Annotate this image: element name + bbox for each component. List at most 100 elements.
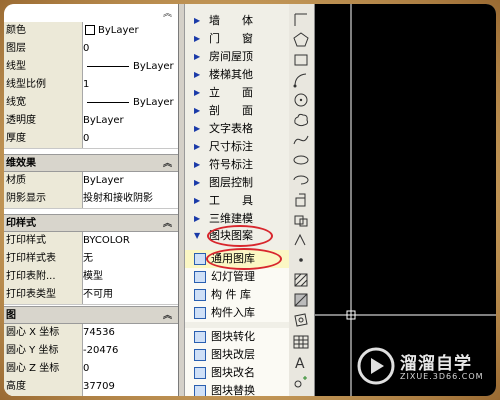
prop-value[interactable]: 1 (83, 76, 177, 94)
prop-label: 材质 (4, 172, 83, 190)
menu-item-component-library[interactable]: 构 件 库 (185, 286, 289, 304)
expand-arrow-icon: ▶ (194, 52, 201, 61)
properties-panel: ︽ 颜色 ByLayer 图层 0 线型 ByLayer 线型比例 1 线宽 B… (4, 4, 179, 396)
prop-row-center-x[interactable]: 圆心 X 坐标 74536 (4, 324, 178, 343)
prop-value[interactable]: 无 (83, 250, 177, 268)
drawing-canvas[interactable] (315, 4, 496, 396)
ellipse-arc-icon[interactable] (291, 170, 311, 190)
region-icon[interactable] (291, 310, 311, 330)
menu-item-room-roof[interactable]: ▶ 房间屋顶 (185, 48, 289, 66)
rectangle-icon[interactable] (291, 50, 311, 70)
section-header-3d-effects[interactable]: 维效果 ︽ (4, 154, 178, 172)
text-icon[interactable]: A (291, 352, 311, 372)
menu-item-dimension[interactable]: ▶ 尺寸标注 (185, 138, 289, 156)
arc-icon[interactable] (291, 70, 311, 90)
hatch-icon[interactable] (291, 270, 311, 290)
menu-item-component-import[interactable]: 构件入库 (185, 304, 289, 322)
prop-row-thickness[interactable]: 厚度 0 (4, 130, 178, 149)
make-block-icon[interactable] (291, 210, 311, 230)
pentagon-icon[interactable] (291, 30, 311, 50)
prop-row-linetype[interactable]: 线型 ByLayer (4, 58, 178, 77)
prop-label: 打印样式表 (4, 250, 83, 268)
prop-label: 线宽 (4, 94, 83, 112)
circle-icon[interactable] (291, 90, 311, 110)
prop-row-plot-attached[interactable]: 打印表附... 模型 (4, 268, 178, 287)
menu-item-layer-control[interactable]: ▶ 图层控制 (185, 174, 289, 192)
prop-row-plot-table[interactable]: 打印样式表 无 (4, 250, 178, 269)
expand-arrow-icon: ▶ (194, 124, 201, 133)
prop-value[interactable]: 0 (83, 360, 177, 378)
expand-arrow-icon: ▶ (194, 70, 201, 79)
svg-text:A: A (295, 356, 305, 372)
prop-row-transparency[interactable]: 透明度 ByLayer (4, 112, 178, 131)
prop-value[interactable]: 0 (83, 40, 177, 58)
expand-arrow-icon: ▶ (194, 34, 201, 43)
draw-toolbar: A (289, 4, 315, 396)
prop-value[interactable]: 37709 (83, 378, 177, 396)
prop-row-plot-table-type[interactable]: 打印表类型 不可用 (4, 286, 178, 305)
prop-value[interactable]: ByLayer (83, 58, 177, 76)
spline-icon[interactable] (291, 130, 311, 150)
prop-row-plot-style[interactable]: 打印样式 BYCOLOR (4, 232, 178, 251)
menu-item-text-table[interactable]: ▶ 文字表格 (185, 120, 289, 138)
table-icon[interactable] (291, 332, 311, 352)
expand-arrow-icon: ▶ (194, 160, 201, 169)
library-icon (194, 253, 206, 265)
menu-item-block-change-layer[interactable]: 图块改层 (185, 346, 289, 364)
menu-item-section[interactable]: ▶ 剖 面 (185, 102, 289, 120)
menu-item-block-replace[interactable]: 图块替换 (185, 382, 289, 396)
section-header-view[interactable]: 图 ︽ (4, 306, 178, 324)
menu-item-slide-manager[interactable]: 幻灯管理 (185, 268, 289, 286)
collapse-general-chevron-icon[interactable]: ︽ (163, 6, 172, 19)
prop-row-lineweight[interactable]: 线宽 ByLayer (4, 94, 178, 113)
prop-row-center-y[interactable]: 圆心 Y 坐标 -20476 (4, 342, 178, 361)
prop-value[interactable]: 不可用 (83, 286, 177, 304)
prop-row-shadow[interactable]: 阴影显示 投射和接收阴影 (4, 190, 178, 209)
crosshair-cursor (315, 4, 496, 396)
insert-block-icon[interactable] (291, 190, 311, 210)
prop-row-layer[interactable]: 图层 0 (4, 40, 178, 59)
expand-arrow-icon: ▶ (194, 88, 201, 97)
prop-value[interactable]: ByLayer (83, 172, 177, 190)
prop-value[interactable]: BYCOLOR (83, 232, 177, 250)
expand-arrow-icon: ▶ (194, 106, 201, 115)
prop-value[interactable]: 投射和接收阴影 (83, 190, 177, 208)
menu-item-elevation[interactable]: ▶ 立 面 (185, 84, 289, 102)
wall-icon[interactable] (291, 10, 311, 30)
prop-label: 高度 (4, 378, 83, 396)
menu-item-tools[interactable]: ▶ 工 具 (185, 192, 289, 210)
prop-label: 打印样式 (4, 232, 83, 250)
prop-value[interactable]: -20476 (83, 342, 177, 360)
revision-cloud-icon[interactable] (291, 110, 311, 130)
prop-value[interactable]: 74536 (83, 324, 177, 342)
collapse-arrow-icon: ▼ (194, 231, 201, 240)
point-icon[interactable] (291, 250, 311, 270)
watermark-brand: 溜溜自学 (400, 354, 472, 374)
menu-item-block-convert[interactable]: 图块转化 (185, 328, 289, 346)
section-header-plot-style[interactable]: 印样式 ︽ (4, 214, 178, 232)
prop-row-linetype-scale[interactable]: 线型比例 1 (4, 76, 178, 95)
prop-row-center-z[interactable]: 圆心 Z 坐标 0 (4, 360, 178, 379)
prop-label: 打印表附... (4, 268, 83, 286)
prop-value[interactable]: 模型 (83, 268, 177, 286)
menu-item-door-window[interactable]: ▶ 门 窗 (185, 30, 289, 48)
prop-value[interactable]: ByLayer (83, 112, 177, 130)
gradient-icon[interactable] (291, 290, 311, 310)
menu-item-stairs-other[interactable]: ▶ 楼梯其他 (185, 66, 289, 84)
menu-item-wall[interactable]: ▶ 墙 体 (185, 12, 289, 30)
ellipse-icon[interactable] (291, 150, 311, 170)
component-icon (194, 289, 206, 301)
prop-label: 阴影显示 (4, 190, 83, 208)
prop-label: 线型 (4, 58, 83, 76)
add-selected-icon[interactable] (291, 372, 311, 392)
menu-item-symbol[interactable]: ▶ 符号标注 (185, 156, 289, 174)
prop-value[interactable]: 0 (83, 130, 177, 148)
prop-row-color[interactable]: 颜色 ByLayer (4, 22, 178, 41)
prop-value[interactable]: ByLayer (83, 22, 177, 40)
block-editor-icon[interactable] (291, 230, 311, 250)
menu-item-block-rename[interactable]: 图块改名 (185, 364, 289, 382)
prop-row-material[interactable]: 材质 ByLayer (4, 172, 178, 191)
prop-row-height[interactable]: 高度 37709 (4, 378, 178, 396)
prop-value[interactable]: ByLayer (83, 94, 177, 112)
import-icon (194, 307, 206, 319)
